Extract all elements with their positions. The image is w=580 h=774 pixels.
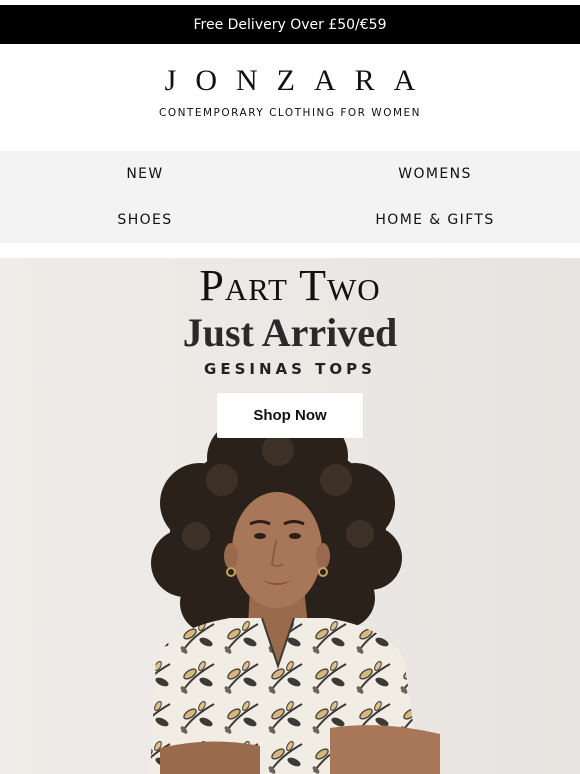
brand-tagline: CONTEMPORARY CLOTHING FOR WOMEN: [158, 107, 422, 119]
nav-item-new[interactable]: NEW: [0, 166, 290, 182]
promo-bar: Free Delivery Over £50/€59: [0, 5, 580, 44]
hero-headline: Just Arrived: [182, 310, 398, 355]
promo-text: Free Delivery Over £50/€59: [193, 16, 387, 33]
main-nav: NEW WOMENS SHOES HOME & GIFTS: [0, 151, 580, 243]
hero-title: Part Two: [199, 261, 381, 310]
nav-item-home-gifts[interactable]: HOME & GIFTS: [290, 212, 580, 228]
hero-subtitle: GESINAS TOPS: [204, 360, 376, 378]
nav-item-shoes[interactable]: SHOES: [0, 212, 290, 228]
shop-now-button[interactable]: Shop Now: [217, 393, 363, 438]
brand-header: JONZARA CONTEMPORARY CLOTHING FOR WOMEN: [0, 44, 580, 150]
nav-item-womens[interactable]: WOMENS: [290, 166, 580, 182]
brand-logo[interactable]: JONZARA: [0, 64, 580, 98]
hero-banner[interactable]: Part Two Just Arrived GESINAS TOPS Shop …: [0, 258, 580, 774]
